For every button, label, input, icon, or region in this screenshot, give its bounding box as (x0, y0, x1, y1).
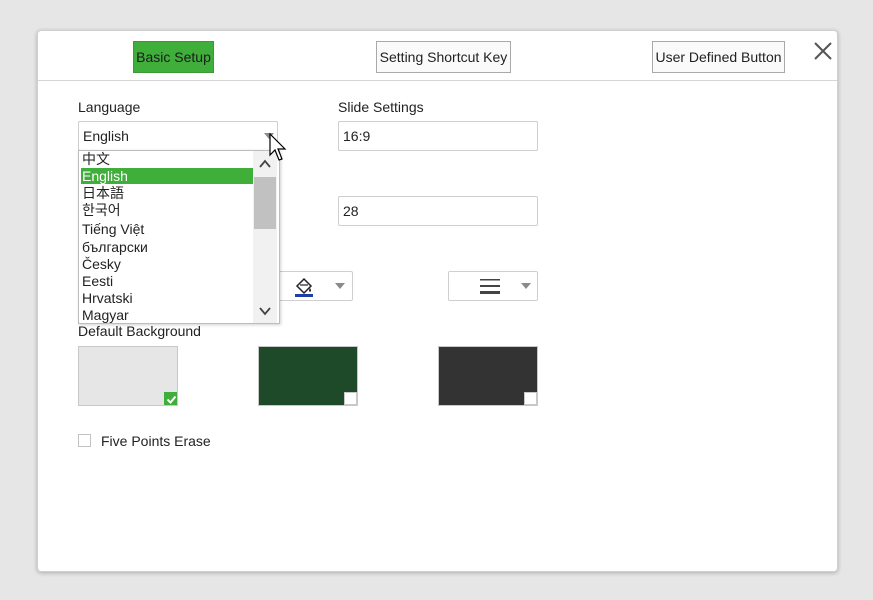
language-option[interactable]: Eesti (81, 273, 254, 289)
chevron-down-icon (521, 283, 531, 289)
language-option[interactable]: 日本語 (81, 185, 254, 201)
line-weight-icon (480, 279, 500, 294)
slide-settings-label: Slide Settings (338, 99, 424, 115)
dropdown-scrollbar[interactable] (253, 151, 277, 323)
chevron-down-icon (335, 283, 345, 289)
background-swatch-dark[interactable] (438, 346, 538, 406)
unchecked-box-icon (524, 392, 537, 405)
language-select[interactable]: English (78, 121, 278, 151)
line-style-picker[interactable] (448, 271, 538, 301)
language-option[interactable]: Česky (81, 256, 254, 272)
slide-settings-field[interactable]: 16:9 (338, 121, 538, 151)
tab-setting-shortcut-key[interactable]: Setting Shortcut Key (376, 41, 511, 73)
language-option[interactable]: 中文 (81, 151, 254, 167)
tab-basic-setup[interactable]: Basic Setup (133, 41, 214, 73)
language-option[interactable]: Magyar (81, 307, 254, 323)
close-icon[interactable] (813, 41, 833, 61)
scrollbar-thumb[interactable] (254, 177, 276, 229)
five-points-erase-checkbox[interactable] (78, 434, 91, 447)
language-option[interactable]: български (81, 239, 254, 255)
tab-user-defined-button[interactable]: User Defined Button (652, 41, 785, 73)
five-points-erase-label: Five Points Erase (101, 433, 211, 449)
font-size-value: 28 (343, 203, 359, 219)
background-swatch-green[interactable] (258, 346, 358, 406)
chevron-down-icon[interactable] (259, 305, 271, 317)
tab-bar: Basic Setup Setting Shortcut Key User De… (38, 31, 837, 81)
language-option-selected[interactable]: English (81, 168, 254, 184)
mouse-cursor-icon (269, 133, 287, 161)
settings-dialog: Basic Setup Setting Shortcut Key User De… (37, 30, 838, 572)
font-size-field[interactable]: 28 (338, 196, 538, 226)
slide-settings-value: 16:9 (343, 128, 371, 144)
language-dropdown[interactable]: 中文 English 日本語 한국어 Tiếng Việt български … (78, 150, 280, 324)
check-icon (164, 392, 177, 405)
language-option[interactable]: Tiếng Việt (81, 221, 254, 237)
default-background-label: Default Background (78, 323, 201, 339)
language-label: Language (78, 99, 141, 115)
background-swatch-light[interactable] (78, 346, 178, 406)
language-option[interactable]: Hrvatski (81, 290, 254, 306)
language-value: English (83, 128, 129, 144)
unchecked-box-icon (344, 392, 357, 405)
paint-bucket-icon (295, 277, 313, 297)
language-option[interactable]: 한국어 (81, 202, 254, 218)
